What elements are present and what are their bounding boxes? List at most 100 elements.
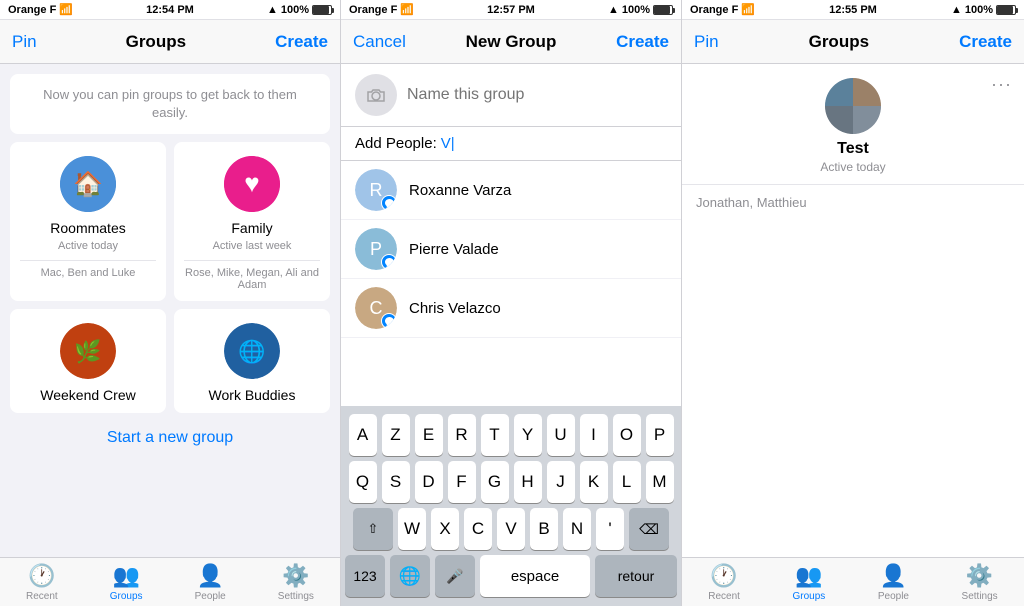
group-card-work[interactable]: 🌐 Work Buddies xyxy=(174,309,330,413)
status-right-mid: ▲ 100% xyxy=(608,4,673,16)
return-key[interactable]: retour xyxy=(595,555,677,597)
battery-icon-left xyxy=(312,5,332,15)
tab-people-right[interactable]: 👤 People xyxy=(878,563,909,602)
tab-label-groups-right: Groups xyxy=(793,591,826,602)
people-icon-left: 👤 xyxy=(196,563,223,589)
group-members-roommates: Mac, Ben and Luke xyxy=(20,260,156,279)
avatar-chris: C xyxy=(355,287,397,329)
globe-key[interactable]: 🌐 xyxy=(390,555,430,597)
key-I[interactable]: I xyxy=(580,414,608,456)
tab-groups-left[interactable]: 👥 Groups xyxy=(110,563,143,602)
key-D[interactable]: D xyxy=(415,461,443,503)
keyboard-row-1: A Z E R T Y U I O P xyxy=(345,414,677,456)
time-left: 12:54 PM xyxy=(146,4,194,16)
key-P[interactable]: P xyxy=(646,414,674,456)
nav-bar-left: Pin Groups Create xyxy=(0,20,340,64)
result-chris[interactable]: C Chris Velazco xyxy=(341,279,681,338)
key-H[interactable]: H xyxy=(514,461,542,503)
pin-button-left[interactable]: Pin xyxy=(12,32,37,52)
carrier-mid: Orange F xyxy=(349,4,397,16)
avatar-pierre: P xyxy=(355,228,397,270)
messenger-badge-roxanne xyxy=(381,195,397,211)
pin-button-right[interactable]: Pin xyxy=(694,32,719,52)
tab-settings-left[interactable]: ⚙️ Settings xyxy=(278,563,314,602)
tab-label-people-right: People xyxy=(878,591,909,602)
result-name-pierre: Pierre Valade xyxy=(409,241,499,258)
tab-groups-right[interactable]: 👥 Groups xyxy=(793,563,826,602)
shift-key[interactable]: ⇧ xyxy=(353,508,393,550)
group-name-work: Work Buddies xyxy=(209,387,296,403)
key-K[interactable]: K xyxy=(580,461,608,503)
key-N[interactable]: N xyxy=(563,508,591,550)
key-X[interactable]: X xyxy=(431,508,459,550)
key-E[interactable]: E xyxy=(415,414,443,456)
groups-grid: 🏠 Roommates Active today Mac, Ben and Lu… xyxy=(0,142,340,413)
key-apostrophe[interactable]: ' xyxy=(596,508,624,550)
key-B[interactable]: B xyxy=(530,508,558,550)
key-J[interactable]: J xyxy=(547,461,575,503)
key-U[interactable]: U xyxy=(547,414,575,456)
key-Q[interactable]: Q xyxy=(349,461,377,503)
nav-title-middle: New Group xyxy=(466,32,557,52)
key-F[interactable]: F xyxy=(448,461,476,503)
space-key[interactable]: espace xyxy=(480,555,590,597)
key-S[interactable]: S xyxy=(382,461,410,503)
create-button-right[interactable]: Create xyxy=(959,32,1012,52)
tab-bar-right: 🕐 Recent 👥 Groups 👤 People ⚙️ Settings xyxy=(682,557,1024,606)
key-O[interactable]: O xyxy=(613,414,641,456)
group-name-input[interactable] xyxy=(407,86,667,104)
key-Z[interactable]: Z xyxy=(382,414,410,456)
start-new-group-button[interactable]: Start a new group xyxy=(0,429,340,447)
key-A[interactable]: A xyxy=(349,414,377,456)
time-right: 12:55 PM xyxy=(829,4,877,16)
search-results: R Roxanne Varza P Pierre Valade C xyxy=(341,161,681,406)
test-group-members: Jonathan, Matthieu xyxy=(682,185,1024,220)
tab-people-left[interactable]: 👤 People xyxy=(195,563,226,602)
key-V[interactable]: V xyxy=(497,508,525,550)
tab-recent-left[interactable]: 🕐 Recent xyxy=(26,563,58,602)
group-card-roommates[interactable]: 🏠 Roommates Active today Mac, Ben and Lu… xyxy=(10,142,166,301)
people-icon-right: 👤 xyxy=(880,563,907,589)
search-value: V| xyxy=(441,135,455,152)
svg-text:♥: ♥ xyxy=(244,168,259,198)
battery-icon-right xyxy=(996,5,1016,15)
wifi-icon-right: 📶 xyxy=(741,3,755,16)
key-T[interactable]: T xyxy=(481,414,509,456)
dots-menu-button[interactable]: ··· xyxy=(991,74,1012,95)
key-W[interactable]: W xyxy=(398,508,426,550)
key-M[interactable]: M xyxy=(646,461,674,503)
group-avatar-roommates: 🏠 xyxy=(60,156,116,212)
mic-key[interactable]: 🎤 xyxy=(435,555,475,597)
carrier-right: Orange F xyxy=(690,4,738,16)
tab-recent-right[interactable]: 🕐 Recent xyxy=(708,563,740,602)
avatar-roxanne: R xyxy=(355,169,397,211)
key-Y[interactable]: Y xyxy=(514,414,542,456)
test-group-header: ··· Test Active today xyxy=(682,64,1024,185)
messenger-badge-chris xyxy=(381,313,397,329)
delete-key[interactable]: ⌫ xyxy=(629,508,669,550)
create-button-middle[interactable]: Create xyxy=(616,32,669,52)
settings-icon-left: ⚙️ xyxy=(282,563,309,589)
key-C[interactable]: C xyxy=(464,508,492,550)
create-button-left[interactable]: Create xyxy=(275,32,328,52)
camera-button[interactable] xyxy=(355,74,397,116)
group-card-weekend[interactable]: 🌿 Weekend Crew xyxy=(10,309,166,413)
tab-label-settings-right: Settings xyxy=(962,591,998,602)
tab-label-people-left: People xyxy=(195,591,226,602)
key-L[interactable]: L xyxy=(613,461,641,503)
tab-settings-right[interactable]: ⚙️ Settings xyxy=(962,563,998,602)
svg-text:P: P xyxy=(370,239,382,259)
result-name-chris: Chris Velazco xyxy=(409,300,501,317)
key-R[interactable]: R xyxy=(448,414,476,456)
key-G[interactable]: G xyxy=(481,461,509,503)
num-key[interactable]: 123 xyxy=(345,555,385,597)
add-people-label: Add People: xyxy=(355,135,437,152)
middle-panel: Orange F 📶 12:57 PM ▲ 100% Cancel New Gr… xyxy=(341,0,682,606)
result-pierre[interactable]: P Pierre Valade xyxy=(341,220,681,279)
group-name-weekend: Weekend Crew xyxy=(40,387,135,403)
cancel-button[interactable]: Cancel xyxy=(353,32,406,52)
group-card-family[interactable]: ♥ Family Active last week Rose, Mike, Me… xyxy=(174,142,330,301)
info-text: Now you can pin groups to get back to th… xyxy=(43,87,297,120)
result-roxanne[interactable]: R Roxanne Varza xyxy=(341,161,681,220)
group-status-roommates: Active today xyxy=(58,240,118,252)
